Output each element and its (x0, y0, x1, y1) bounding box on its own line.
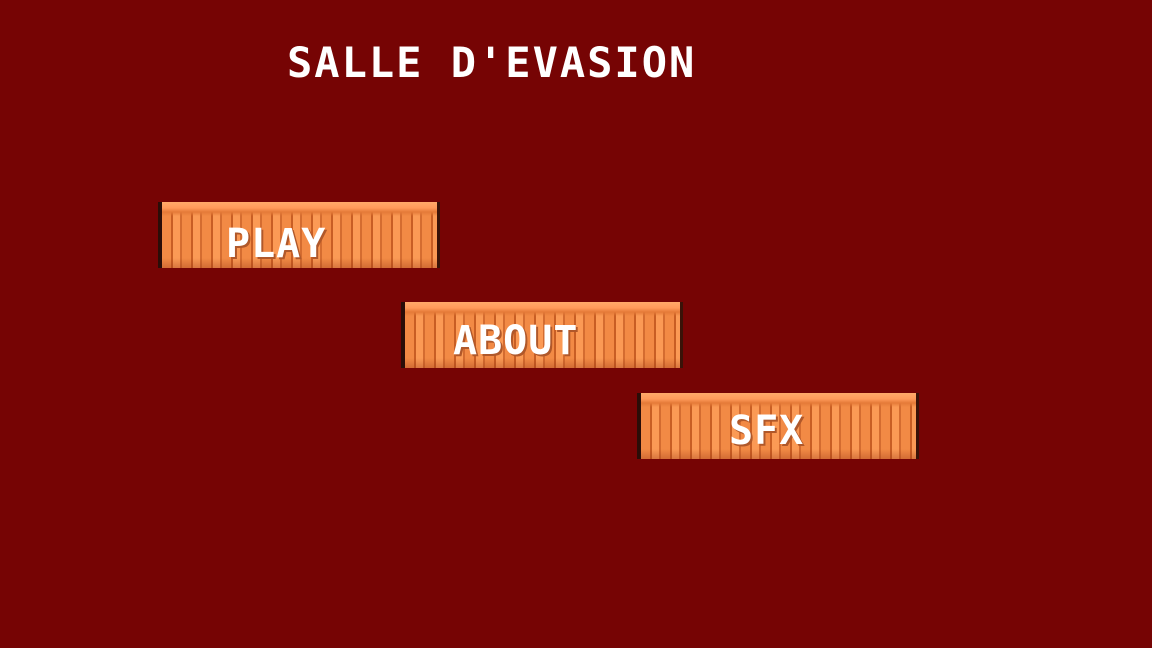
about-button[interactable]: ABOUT (401, 302, 683, 368)
game-title: SALLE D'EVASiON (287, 38, 697, 87)
sfx-button-label: SFX (729, 408, 805, 454)
play-button[interactable]: PLAY (158, 202, 440, 268)
about-button-label: ABOUT (453, 318, 579, 364)
sfx-button[interactable]: SFX (637, 393, 919, 459)
play-button-label: PLAY (226, 221, 327, 267)
